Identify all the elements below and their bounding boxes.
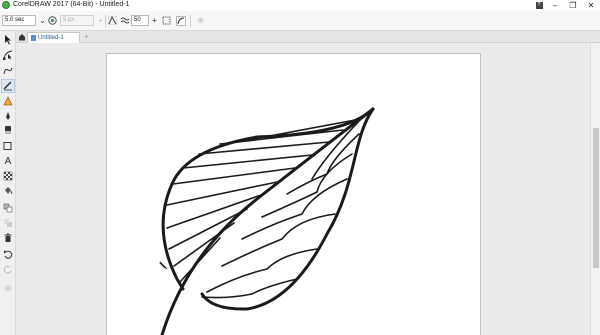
artistic-media-cursor-icon <box>159 261 168 270</box>
pick-arrow-icon[interactable] <box>2 34 14 46</box>
window-title: CorelDRAW 2017 (64-Bit) - Untitled-1 <box>13 1 130 8</box>
close-button[interactable]: ✕ <box>582 0 600 11</box>
eraser-icon[interactable] <box>2 124 14 136</box>
add-tab-button[interactable]: + <box>82 32 91 41</box>
redo-icon[interactable] <box>2 263 14 275</box>
copy-properties-icon[interactable] <box>2 202 14 214</box>
curve-mode-icon[interactable] <box>175 15 186 26</box>
help-button[interactable]: ? <box>532 0 546 11</box>
smoothing-icon[interactable] <box>119 15 130 26</box>
help-icon: ? <box>535 2 543 9</box>
bounding-box-icon[interactable] <box>161 15 172 26</box>
minimize-button[interactable]: – <box>546 0 564 11</box>
title-bar: CorelDRAW 2017 (64-Bit) - Untitled-1 ? –… <box>0 0 600 11</box>
drawing-page[interactable] <box>106 53 481 335</box>
text-icon[interactable]: A <box>2 155 14 167</box>
stroke-width-field[interactable]: 5 px <box>60 15 94 26</box>
document-tab-bar: Untitled-1 + <box>16 31 600 43</box>
pen-icon[interactable] <box>2 110 14 122</box>
vertical-scrollbar[interactable] <box>590 43 600 335</box>
separator <box>105 15 106 27</box>
duration-field[interactable]: 5.0 sec <box>2 15 36 26</box>
coreldraw-logo-icon <box>2 1 10 9</box>
smart-fill-icon[interactable] <box>2 95 14 107</box>
transparency-icon[interactable] <box>2 217 14 229</box>
scrollbar-thumb[interactable] <box>593 128 599 268</box>
tab-untitled-1[interactable]: Untitled-1 <box>27 32 80 43</box>
shape-edit-icon[interactable] <box>2 49 14 61</box>
trash-icon[interactable] <box>2 232 14 244</box>
artistic-media-icon[interactable] <box>1 79 15 93</box>
tab-label: Untitled-1 <box>38 35 64 41</box>
undo-icon[interactable] <box>2 248 14 260</box>
leaf-drawing[interactable] <box>107 54 482 335</box>
window-controls: ? – ❐ ✕ <box>532 0 600 11</box>
bezier-mode-icon[interactable] <box>107 15 118 26</box>
property-bar: 5.0 sec ⌄ 5 px + 50 + ⊕ <box>0 11 600 31</box>
workspace[interactable] <box>16 43 590 335</box>
rectangle-icon[interactable] <box>2 140 14 152</box>
toolbox: A ⊕ <box>0 31 16 335</box>
add-icon[interactable]: ⊕ <box>2 282 14 294</box>
leaf-right-outline <box>200 107 375 311</box>
freehand-icon[interactable] <box>2 65 14 77</box>
paint-bucket-icon[interactable] <box>2 185 14 197</box>
smoothing-spinner-icon[interactable]: + <box>149 15 160 26</box>
smoothing-field[interactable]: 50 <box>131 15 149 26</box>
add-preset-icon[interactable]: ⊕ <box>195 15 206 26</box>
separator <box>190 15 191 27</box>
document-icon <box>31 35 36 41</box>
restore-button[interactable]: ❐ <box>564 0 582 11</box>
home-icon[interactable] <box>18 33 26 41</box>
pressure-icon[interactable] <box>47 15 58 26</box>
checker-icon[interactable] <box>2 170 14 182</box>
